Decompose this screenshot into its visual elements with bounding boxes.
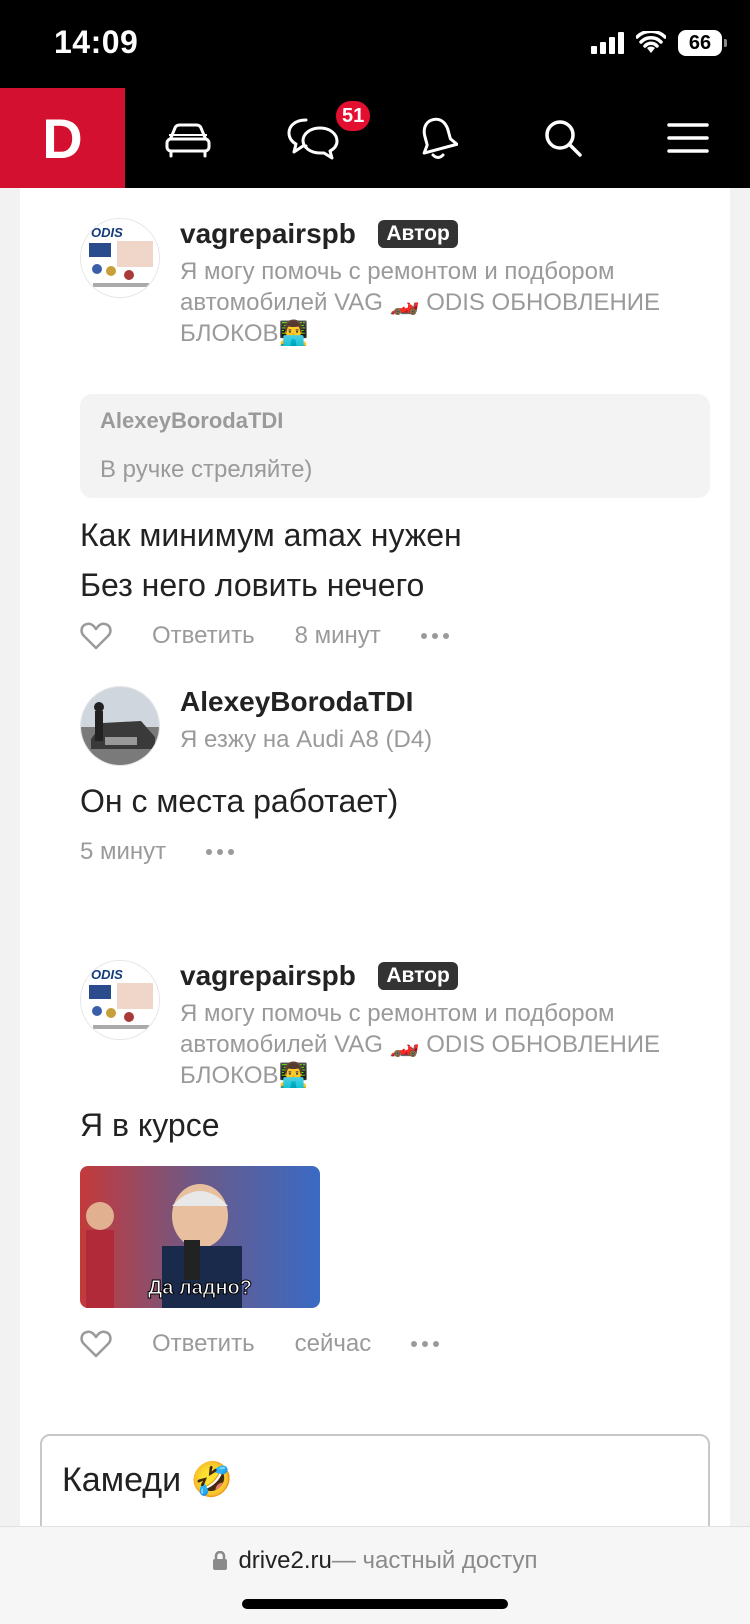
- top-navigation: D 51: [0, 88, 750, 188]
- battery-indicator: 66: [678, 30, 727, 56]
- odis-avatar-image: ODIS: [81, 961, 159, 1039]
- cars-button[interactable]: [138, 88, 238, 188]
- more-options-icon[interactable]: [411, 1341, 440, 1347]
- author-badge: Автор: [378, 220, 458, 248]
- user-bio: Я могу помочь с ремонтом и подбором авто…: [180, 258, 661, 347]
- comment-actions: Ответить сейчас: [80, 1330, 440, 1358]
- private-browsing-label: — частный доступ: [331, 1547, 538, 1574]
- cellular-signal-icon: [591, 32, 624, 54]
- chat-bubbles-icon: [287, 118, 339, 160]
- comment-time: сейчас: [294, 1330, 372, 1357]
- avatar-logo-text: ODIS: [91, 967, 123, 982]
- reply-button[interactable]: Ответить: [152, 1330, 255, 1358]
- status-bar: 14:09 66: [0, 0, 750, 88]
- like-heart-icon[interactable]: [80, 622, 112, 650]
- menu-button[interactable]: [638, 88, 738, 188]
- comment-actions: 5 минут: [80, 838, 235, 866]
- comment-username[interactable]: vagrepairspb: [180, 960, 356, 992]
- hamburger-menu-icon: [667, 123, 709, 153]
- search-button[interactable]: [513, 88, 613, 188]
- meme-image[interactable]: Да ладно?: [80, 1166, 320, 1308]
- comment-text-line: Как минимум amax нужен: [80, 517, 462, 553]
- search-icon: [545, 120, 582, 157]
- audi-avatar-image: [81, 687, 159, 765]
- comment-text: Как минимум amax нужен Без него ловить н…: [80, 510, 462, 610]
- avatar[interactable]: ODIS: [80, 218, 160, 298]
- quoted-text: В ручке стреляйте): [100, 456, 313, 483]
- comments-section: ODIS vagrepairspb Автор Я могу помочь с …: [20, 188, 730, 1528]
- more-options-icon[interactable]: [420, 633, 449, 639]
- lock-icon: [213, 1551, 228, 1570]
- comment-username[interactable]: AlexeyBorodaTDI: [180, 686, 413, 718]
- address-bar[interactable]: drive2.ru — частный доступ: [0, 1547, 750, 1575]
- messages-count-badge: 51: [333, 98, 374, 134]
- avatar[interactable]: [80, 686, 160, 766]
- bell-icon: [422, 117, 458, 159]
- like-heart-icon[interactable]: [80, 1330, 112, 1358]
- more-options-icon[interactable]: [206, 849, 235, 855]
- author-badge: Автор: [378, 962, 458, 990]
- comment-text: Я в курсе: [80, 1107, 220, 1143]
- messages-button[interactable]: 51: [263, 88, 374, 188]
- comment-text-line: Без него ловить нечего: [80, 567, 425, 603]
- status-time: 14:09: [54, 24, 139, 60]
- comment-actions: Ответить 8 минут: [80, 622, 449, 650]
- url-domain: drive2.ru: [238, 1547, 332, 1574]
- car-icon: [165, 123, 211, 158]
- quoted-username: AlexeyBorodaTDI: [100, 408, 284, 433]
- status-icons: 66: [591, 30, 727, 56]
- comment-username[interactable]: vagrepairspb: [180, 218, 356, 250]
- reply-button[interactable]: Ответить: [152, 622, 255, 650]
- user-bio: Я могу помочь с ремонтом и подбором авто…: [180, 1000, 661, 1089]
- user-bio: Я езжу на Audi A8 (D4): [180, 726, 433, 753]
- drive2-logo[interactable]: D: [0, 88, 125, 188]
- comment-text: Он с места работает): [80, 783, 399, 819]
- wifi-icon: [636, 31, 666, 53]
- comment-time: 8 минут: [294, 622, 381, 649]
- avatar-logo-text: ODIS: [91, 225, 123, 240]
- notifications-button[interactable]: [388, 88, 488, 188]
- quoted-comment[interactable]: AlexeyBorodaTDI В ручке стреляйте): [80, 394, 710, 498]
- comment-time: 5 минут: [80, 838, 167, 865]
- home-indicator[interactable]: [242, 1599, 508, 1609]
- avatar[interactable]: ODIS: [80, 960, 160, 1040]
- comment-input-value: Камеди 🤣: [62, 1461, 233, 1499]
- meme-caption: Да ладно?: [148, 1277, 252, 1299]
- browser-bottom-bar: drive2.ru — частный доступ: [0, 1526, 750, 1624]
- odis-avatar-image: ODIS: [81, 219, 159, 297]
